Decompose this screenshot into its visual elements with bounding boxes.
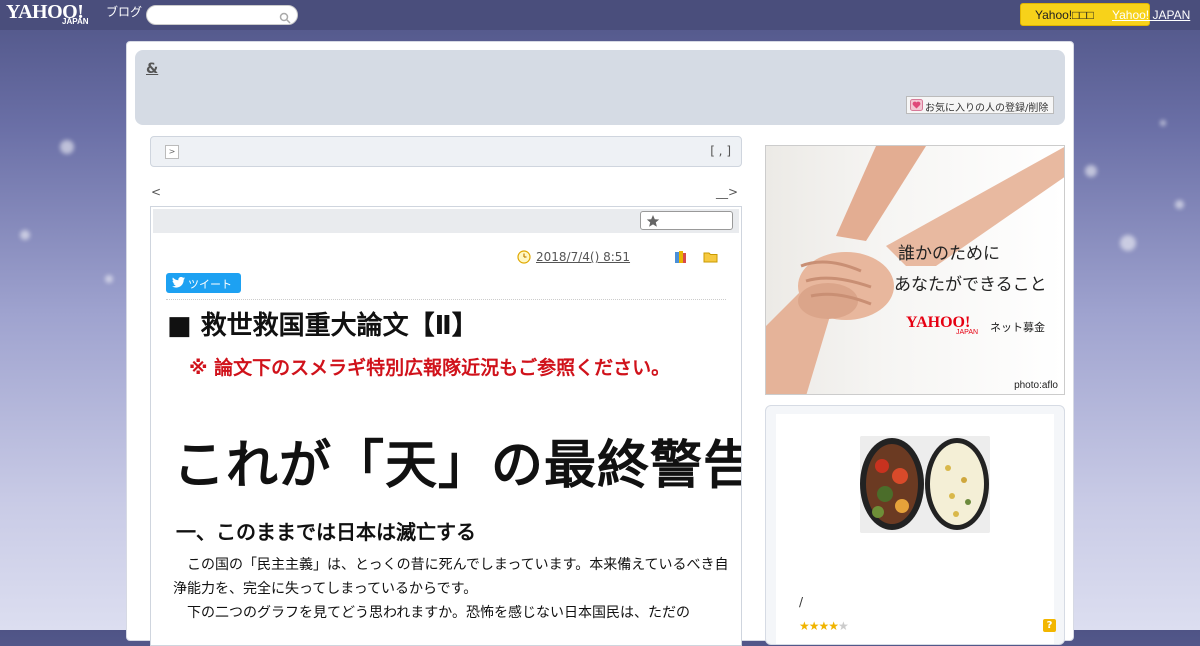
paragraph: この国の「民主主義」は、とっくの昔に死んでしまっています。本来備えているべき自浄…	[173, 557, 729, 597]
ad-photo-credit: photo:aflo	[1014, 380, 1058, 391]
category-bar: > [ , ]	[150, 136, 742, 167]
tweet-button[interactable]: ツイート	[166, 273, 241, 293]
ad-service-name: ネット募金	[990, 321, 1045, 334]
next-article-link[interactable]: __>	[716, 185, 738, 199]
help-icon[interactable]: ?	[1043, 619, 1056, 632]
star-icon	[646, 213, 660, 232]
rating-filled: ★★★★	[799, 619, 839, 633]
book-icon[interactable]	[673, 250, 687, 267]
blog-title[interactable]: &	[146, 61, 158, 77]
profile-photo[interactable]	[860, 436, 990, 533]
ad-headline-2: あなたができること	[894, 275, 1047, 295]
snow-dot	[1085, 165, 1097, 177]
article-subheading: 一、このままでは日本は滅亡する	[176, 520, 476, 544]
blog-label: ブログ	[106, 5, 143, 19]
profile-box: / ★★★★★ ?	[765, 405, 1065, 645]
snow-dot	[20, 230, 30, 240]
ad-headline-1: 誰かのために	[898, 244, 1000, 264]
logo-sub: JAPAN	[62, 17, 89, 26]
article-body: この国の「民主主義」は、とっくの昔に死んでしまっています。本来備えているべき自浄…	[173, 553, 733, 625]
top-bar: YAHOO! JAPAN ブログ Yahoo!□□□ Yahoo! JAPAN	[0, 0, 1200, 30]
yahoo-japan-link[interactable]: Yahoo! JAPAN	[1112, 8, 1190, 22]
ad-brand-sub: JAPAN	[956, 329, 979, 336]
rating-empty: ★	[838, 619, 849, 633]
favorite-register-button[interactable]: お気に入りの人の登録/削除	[906, 96, 1054, 114]
star-button[interactable]	[640, 211, 733, 230]
category-bracket: [ , ]	[710, 144, 731, 158]
tweet-label: ツイート	[188, 278, 232, 291]
heart-icon	[910, 99, 923, 114]
profile-separator: /	[799, 595, 804, 609]
search-box	[146, 5, 298, 28]
rating-stars: ★★★★★	[799, 619, 849, 633]
article-date-link[interactable]: 2018/7/4() 8:51	[536, 250, 630, 264]
clock-icon	[517, 250, 531, 267]
search-input[interactable]	[153, 8, 283, 28]
twitter-bird-icon	[172, 276, 185, 291]
prev-article-link[interactable]: <	[151, 185, 161, 199]
article: 2018/7/4() 8:51 ツイート ■ 救世救国重大論文【Ⅱ】 ※ 論文下…	[150, 206, 742, 646]
article-heading: ■ 救世救国重大論文【Ⅱ】	[167, 311, 478, 341]
article-title-bar	[153, 209, 739, 233]
search-icon[interactable]	[279, 9, 291, 28]
folder-icon[interactable]	[703, 250, 718, 266]
snow-dot	[1120, 235, 1136, 251]
article-big-title: これが「天」の最終警告だ	[173, 435, 741, 496]
expand-icon[interactable]: >	[165, 145, 179, 159]
snow-dot	[1175, 200, 1184, 209]
profile-inner: / ★★★★★ ?	[776, 414, 1056, 644]
snow-dot	[105, 275, 113, 283]
snow-dot	[1160, 120, 1166, 126]
yahoo-blog-logo[interactable]: YAHOO! JAPAN ブログ	[6, 2, 142, 26]
snow-dot	[60, 140, 74, 154]
charity-ad-banner[interactable]: 誰かのために あなたができること YAHOO! JAPAN ネット募金 phot…	[765, 145, 1065, 395]
paragraph: 下の二つのグラフを見てどう思われますか。恐怖を感じない日本国民は、ただの	[187, 605, 691, 621]
divider	[166, 299, 726, 300]
article-note: ※ 論文下のスメラギ特別広報隊近況もご参照ください。	[189, 357, 671, 379]
favorite-register-label: お気に入りの人の登録/削除	[925, 103, 1049, 114]
